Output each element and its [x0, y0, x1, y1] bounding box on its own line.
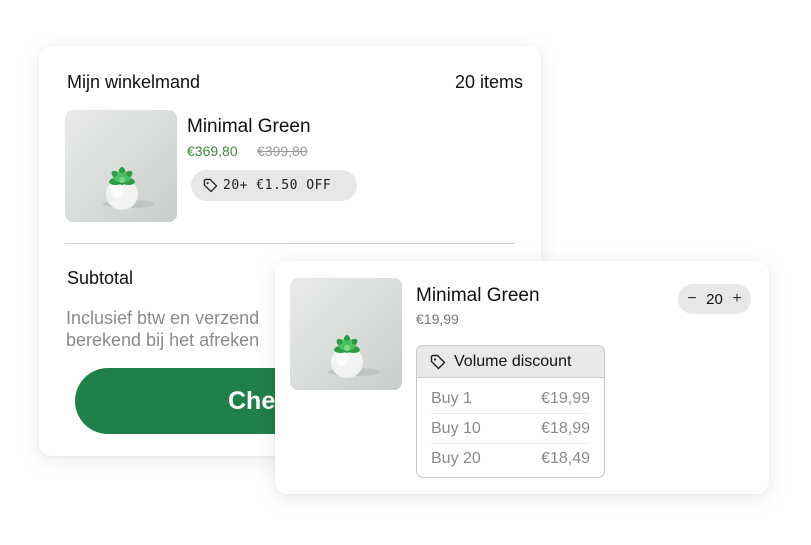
- divider: [65, 243, 515, 244]
- discount-badge-label: 20+ €1.50 OFF: [223, 178, 332, 193]
- succulent-plant-image: [103, 167, 155, 210]
- volume-discount-header: Volume discount: [417, 346, 604, 378]
- product-thumbnail[interactable]: [290, 278, 402, 390]
- tier-label: Buy 10: [431, 420, 481, 437]
- product-thumbnail[interactable]: [65, 110, 177, 222]
- discount-tier-row: Buy 20 €18,49: [431, 444, 590, 473]
- volume-discount-rows: Buy 1 €19,99 Buy 10 €18,99 Buy 20 €18,49: [417, 384, 604, 473]
- tier-price: €18,49: [541, 450, 590, 467]
- tier-price: €18,99: [541, 420, 590, 437]
- quantity-value[interactable]: 20: [706, 291, 723, 308]
- discount-badge: 20+ €1.50 OFF: [191, 170, 357, 201]
- tier-price: €19,99: [541, 390, 590, 407]
- tier-label: Buy 20: [431, 450, 481, 467]
- subtotal-label: Subtotal: [67, 268, 134, 288]
- tag-icon: [430, 354, 446, 369]
- cart-product-name[interactable]: Minimal Green: [187, 116, 311, 138]
- decrement-button[interactable]: −: [686, 290, 698, 308]
- discount-tier-row: Buy 1 €19,99: [431, 384, 590, 414]
- tier-label: Buy 1: [431, 390, 472, 407]
- tag-icon: [203, 178, 218, 193]
- increment-button[interactable]: +: [731, 290, 743, 308]
- product-unit-price: €19,99: [416, 311, 459, 327]
- cart-item-count: 20 items: [454, 72, 523, 92]
- discount-tier-row: Buy 10 €18,99: [431, 414, 590, 444]
- cart-title: Mijn winkelmand: [67, 72, 201, 92]
- cart-product-old-price: €399,80: [257, 143, 308, 159]
- volume-discount-table: Volume discount Buy 1 €19,99 Buy 10 €18,…: [416, 345, 605, 478]
- product-name[interactable]: Minimal Green: [416, 285, 540, 307]
- quantity-stepper: − 20 +: [678, 284, 751, 314]
- cart-product-price: €369,80: [187, 143, 238, 159]
- volume-discount-title: Volume discount: [454, 352, 572, 370]
- tax-shipping-note: Inclusief btw en verzend berekend bij he…: [66, 308, 260, 350]
- succulent-plant-image: [328, 335, 380, 378]
- product-detail-card: Minimal Green €19,99 − 20 + Volume disco…: [275, 261, 769, 494]
